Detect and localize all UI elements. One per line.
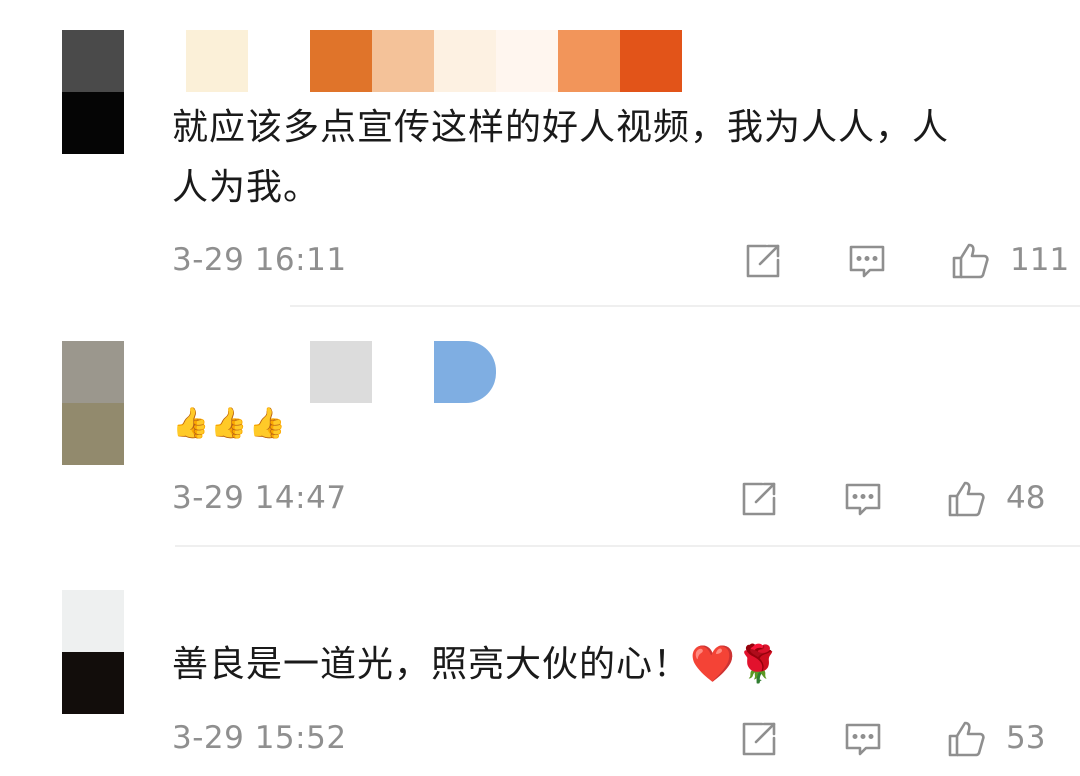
comment-text: 就应该多点宣传这样的好人视频，我为人人，人 人为我。 [172,98,1032,218]
reply-button[interactable] [844,238,890,284]
comment-text-line: 就应该多点宣传这样的好人视频，我为人人，人 [172,107,950,148]
share-icon [746,244,780,278]
like-button[interactable] [944,716,990,762]
share-button[interactable] [736,716,782,762]
like-count: 111 [1010,242,1070,278]
like-count: 48 [1006,480,1046,516]
username-redacted[interactable] [174,30,694,92]
comment-text-line: 善良是一道光，照亮大伙的心！❤️🌹 [172,644,782,685]
divider [175,545,1080,547]
thumbs-up-icon [948,481,985,517]
like-button[interactable] [944,476,990,522]
thumbs-up-icon [952,243,989,279]
avatar[interactable] [62,590,124,714]
like-count: 53 [1006,720,1046,756]
share-button[interactable] [736,476,782,522]
comment-time: 3-29 16:11 [172,242,347,278]
share-icon [742,482,776,516]
comment-text-line: 👍👍👍 [172,406,288,441]
comment-text: 善良是一道光，照亮大伙的心！❤️🌹 [172,635,1032,695]
reply-button[interactable] [840,476,886,522]
avatar[interactable] [62,341,124,465]
comment-time: 3-29 14:47 [172,480,347,516]
avatar[interactable] [62,30,124,154]
comment-meta: 3-29 15:52 53 [0,716,1080,766]
comment-meta: 3-29 16:11 111 [0,238,1080,288]
divider [290,305,1080,307]
share-button[interactable] [740,238,786,284]
comment-text: 👍👍👍 [172,394,1032,454]
comment-time: 3-29 15:52 [172,720,347,756]
like-button[interactable] [948,238,994,284]
comment-icon [845,723,881,756]
comment-meta: 3-29 14:47 48 [0,476,1080,526]
thumbs-up-icon [948,721,985,757]
comment-icon [845,483,881,516]
comment-text-line: 人为我。 [172,167,321,208]
comment-icon [849,245,885,278]
reply-button[interactable] [840,716,886,762]
share-icon [742,722,776,756]
